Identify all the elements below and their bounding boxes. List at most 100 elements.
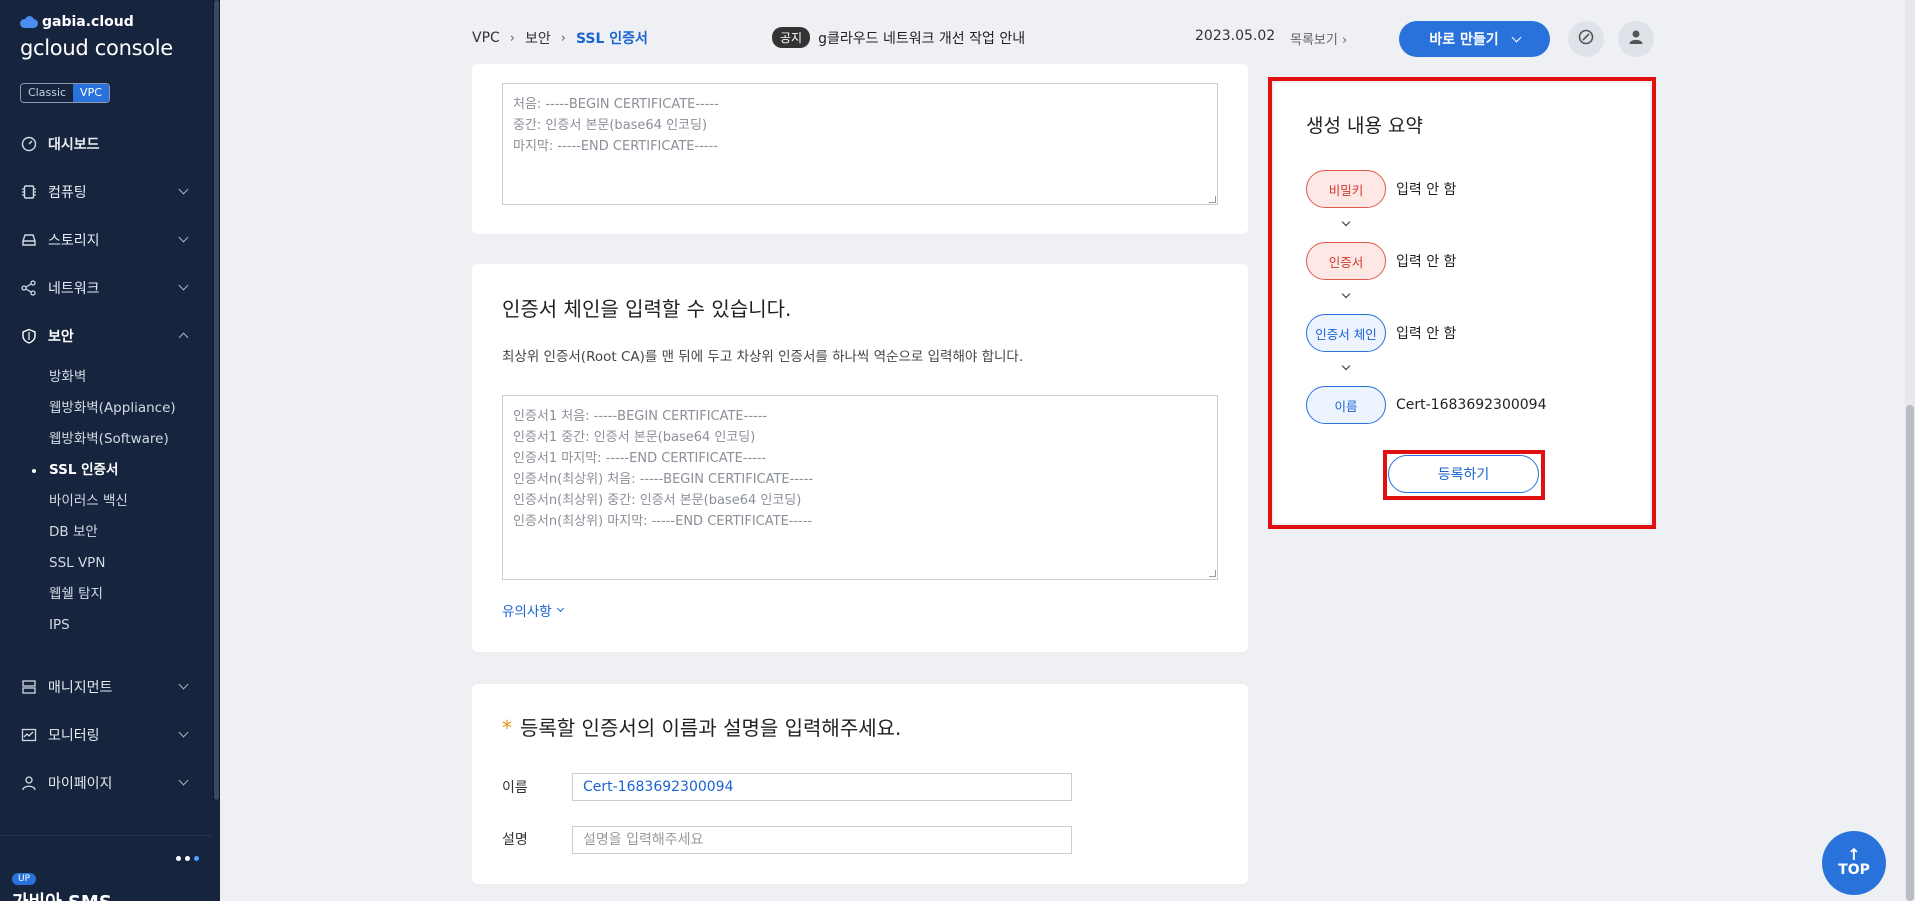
mode-toggle: Classic VPC — [20, 83, 110, 103]
cloud-icon — [20, 16, 38, 28]
breadcrumb-security[interactable]: 보안 — [525, 28, 551, 48]
name-label: 이름 — [502, 780, 528, 796]
sidebar-scrollbar-thumb[interactable] — [214, 0, 219, 800]
summary-step-certificate: 인증서 입력 안 함 — [1306, 242, 1456, 280]
chat-button[interactable] — [1568, 21, 1604, 57]
breadcrumb-separator-icon: › — [560, 30, 566, 46]
name-input[interactable]: Cert-1683692300094 — [572, 773, 1072, 801]
security-submenu: 방화벽 웹방화벽(Appliance) 웹방화벽(Software) SSL 인… — [0, 360, 213, 649]
quick-create-label: 바로 만들기 — [1429, 32, 1499, 48]
chevron-up-icon — [178, 332, 189, 343]
user-icon — [20, 774, 38, 792]
certificate-chain-card: 인증서 체인을 입력할 수 있습니다. 최상위 인증서(Root CA)를 맨 … — [472, 264, 1248, 652]
sidebar-item-dashboard[interactable]: 대시보드 — [0, 120, 213, 168]
page-scrollbar-thumb[interactable] — [1906, 405, 1914, 901]
mode-vpc-button[interactable]: VPC — [73, 84, 109, 102]
name-card-title-text: 등록할 인증서의 이름과 설명을 입력해주세요. — [520, 716, 902, 740]
certificate-textarea[interactable]: 처음: -----BEGIN CERTIFICATE----- 중간: 인증서 … — [502, 83, 1218, 205]
breadcrumb-current: SSL 인증서 — [575, 31, 648, 47]
summary-title: 생성 내용 요약 — [1306, 115, 1423, 137]
notice-text[interactable]: g클라우드 네트워크 개선 작업 안내 — [818, 28, 1025, 48]
sidebar-item-label: 보안 — [48, 329, 74, 345]
resize-handle-icon[interactable] — [1209, 196, 1216, 203]
submenu-ssl-certificate[interactable]: SSL 인증서 — [0, 455, 213, 486]
breadcrumb: VPC › 보안 › SSL 인증서 — [472, 28, 648, 48]
step-value: Cert-1683692300094 — [1396, 397, 1547, 413]
summary-step-name: 이름 Cert-1683692300094 — [1306, 386, 1546, 424]
submenu-waf-software[interactable]: 웹방화벽(Software) — [0, 424, 213, 455]
submenu-antivirus[interactable]: 바이러스 백신 — [0, 486, 213, 517]
step-pill[interactable]: 인증서 체인 — [1306, 314, 1386, 352]
brand-main[interactable]: gcloud console — [20, 36, 173, 60]
sidebar-item-storage[interactable]: 스토리지 — [0, 216, 213, 264]
caution-label: 유의사항 — [502, 604, 552, 620]
resize-handle-icon[interactable] — [1209, 570, 1216, 577]
chevron-down-icon — [178, 679, 189, 690]
notice-list-link[interactable]: 목록보기 › — [1290, 29, 1347, 48]
user-icon — [1627, 28, 1645, 50]
chevron-down-icon — [178, 775, 189, 786]
certificate-card: 처음: -----BEGIN CERTIFICATE----- 중간: 인증서 … — [472, 64, 1248, 234]
chain-textarea[interactable]: 인증서1 처음: -----BEGIN CERTIFICATE----- 인증서… — [502, 395, 1218, 580]
chip-icon — [20, 183, 38, 201]
sidebar-item-label: 매니지먼트 — [48, 680, 113, 696]
sidebar-nav: 대시보드 컴퓨팅 스토리지 네트워크 보안 방화벽 웹방화벽(Appliance… — [0, 120, 213, 807]
brand-logo[interactable]: gabia.cloud — [20, 14, 134, 30]
step-pill[interactable]: 이름 — [1306, 386, 1386, 424]
chevron-right-icon: › — [1341, 33, 1348, 48]
required-star: * — [502, 716, 512, 740]
step-value: 입력 안 함 — [1396, 182, 1457, 198]
top-header: VPC › 보안 › SSL 인증서 공지 g클라우드 네트워크 개선 작업 안… — [472, 20, 1657, 58]
quick-create-button[interactable]: 바로 만들기 — [1399, 21, 1550, 57]
sidebar-item-label: 컴퓨팅 — [48, 185, 87, 201]
sidebar-item-label: 대시보드 — [48, 137, 100, 153]
chevron-down-icon — [1511, 32, 1522, 42]
breadcrumb-separator-icon: › — [509, 30, 515, 46]
profile-button[interactable] — [1618, 21, 1654, 57]
breadcrumb-vpc[interactable]: VPC — [472, 30, 500, 46]
sidebar-item-management[interactable]: 매니지먼트 — [0, 663, 213, 711]
sidebar-divider — [0, 835, 213, 836]
storage-icon — [20, 231, 38, 249]
chevron-down-icon — [178, 232, 189, 243]
chain-title: 인증서 체인을 입력할 수 있습니다. — [502, 297, 792, 321]
server-icon — [20, 678, 38, 696]
chevron-down-icon — [1341, 289, 1351, 299]
mode-classic-button[interactable]: Classic — [21, 84, 74, 102]
shield-icon — [20, 327, 38, 345]
sidebar-item-mypage[interactable]: 마이페이지 — [0, 759, 213, 807]
notice[interactable]: 공지 g클라우드 네트워크 개선 작업 안내 — [772, 27, 1025, 48]
step-pill[interactable]: 인증서 — [1306, 242, 1386, 280]
sidebar-item-security[interactable]: 보안 — [0, 312, 213, 360]
sidebar: gabia.cloud gcloud console Classic VPC 대… — [0, 0, 220, 901]
scroll-top-button[interactable]: ↑ TOP — [1822, 831, 1886, 895]
submenu-ips[interactable]: IPS — [0, 610, 213, 641]
brand-small: gabia.cloud — [42, 14, 134, 30]
sidebar-item-computing[interactable]: 컴퓨팅 — [0, 168, 213, 216]
caution-toggle[interactable]: 유의사항 — [502, 600, 564, 620]
submenu-ssl-vpn[interactable]: SSL VPN — [0, 548, 213, 579]
submenu-waf-appliance[interactable]: 웹방화벽(Appliance) — [0, 393, 213, 424]
sidebar-item-network[interactable]: 네트워크 — [0, 264, 213, 312]
chevron-down-icon — [178, 280, 189, 291]
sms-banner[interactable]: 가비아 SMS — [12, 888, 112, 901]
summary-step-private-key: 비밀키 입력 안 함 — [1306, 170, 1456, 208]
up-badge: UP — [12, 873, 37, 885]
arrow-up-icon: ↑ — [1847, 845, 1861, 864]
network-icon — [20, 279, 38, 297]
sidebar-item-label: 마이페이지 — [48, 776, 113, 792]
more-icon[interactable] — [176, 856, 199, 861]
submenu-webshell[interactable]: 웹쉘 탐지 — [0, 579, 213, 610]
submenu-firewall[interactable]: 방화벽 — [0, 362, 213, 393]
description-input[interactable]: 설명을 입력해주세요 — [572, 826, 1072, 854]
chevron-down-icon — [1341, 217, 1351, 227]
summary-step-chain: 인증서 체인 입력 안 함 — [1306, 314, 1456, 352]
chevron-down-icon — [178, 727, 189, 738]
step-pill[interactable]: 비밀키 — [1306, 170, 1386, 208]
sidebar-item-monitoring[interactable]: 모니터링 — [0, 711, 213, 759]
submenu-db-security[interactable]: DB 보안 — [0, 517, 213, 548]
sidebar-item-label: 모니터링 — [48, 728, 100, 744]
chevron-down-icon — [1341, 361, 1351, 371]
register-button[interactable]: 등록하기 — [1388, 455, 1539, 493]
step-value: 입력 안 함 — [1396, 326, 1457, 342]
